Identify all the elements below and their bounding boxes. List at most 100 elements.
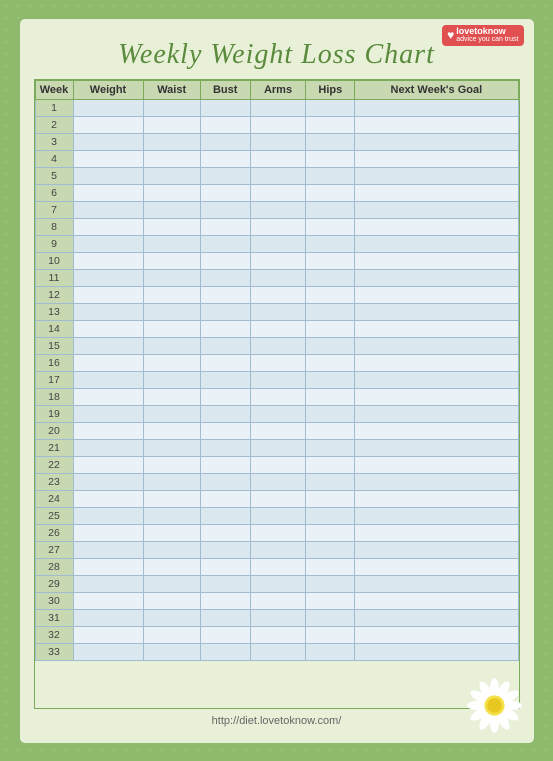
cell-hips[interactable] — [306, 269, 355, 286]
cell-arms[interactable] — [250, 201, 306, 218]
cell-weight[interactable] — [73, 592, 143, 609]
cell-waist[interactable] — [143, 235, 200, 252]
cell-weight[interactable] — [73, 541, 143, 558]
cell-hips[interactable] — [306, 354, 355, 371]
cell-arms[interactable] — [250, 439, 306, 456]
cell-weight[interactable] — [73, 354, 143, 371]
cell-next-goal[interactable] — [355, 558, 518, 575]
cell-weight[interactable] — [73, 558, 143, 575]
cell-next-goal[interactable] — [355, 286, 518, 303]
cell-weight[interactable] — [73, 405, 143, 422]
cell-weight[interactable] — [73, 609, 143, 626]
cell-waist[interactable] — [143, 303, 200, 320]
cell-bust[interactable] — [200, 167, 250, 184]
cell-weight[interactable] — [73, 269, 143, 286]
cell-arms[interactable] — [250, 524, 306, 541]
cell-weight[interactable] — [73, 456, 143, 473]
cell-next-goal[interactable] — [355, 371, 518, 388]
cell-weight[interactable] — [73, 439, 143, 456]
cell-bust[interactable] — [200, 643, 250, 660]
cell-arms[interactable] — [250, 320, 306, 337]
cell-arms[interactable] — [250, 592, 306, 609]
cell-next-goal[interactable] — [355, 626, 518, 643]
cell-bust[interactable] — [200, 303, 250, 320]
cell-hips[interactable] — [306, 252, 355, 269]
cell-hips[interactable] — [306, 507, 355, 524]
cell-waist[interactable] — [143, 269, 200, 286]
cell-arms[interactable] — [250, 626, 306, 643]
cell-hips[interactable] — [306, 643, 355, 660]
cell-hips[interactable] — [306, 116, 355, 133]
cell-bust[interactable] — [200, 99, 250, 116]
cell-hips[interactable] — [306, 524, 355, 541]
cell-waist[interactable] — [143, 184, 200, 201]
cell-next-goal[interactable] — [355, 201, 518, 218]
cell-hips[interactable] — [306, 456, 355, 473]
cell-arms[interactable] — [250, 422, 306, 439]
cell-arms[interactable] — [250, 167, 306, 184]
cell-waist[interactable] — [143, 320, 200, 337]
cell-weight[interactable] — [73, 371, 143, 388]
cell-bust[interactable] — [200, 252, 250, 269]
cell-hips[interactable] — [306, 626, 355, 643]
cell-bust[interactable] — [200, 626, 250, 643]
cell-waist[interactable] — [143, 371, 200, 388]
cell-bust[interactable] — [200, 320, 250, 337]
cell-arms[interactable] — [250, 558, 306, 575]
cell-waist[interactable] — [143, 201, 200, 218]
cell-hips[interactable] — [306, 99, 355, 116]
cell-arms[interactable] — [250, 456, 306, 473]
cell-arms[interactable] — [250, 405, 306, 422]
cell-bust[interactable] — [200, 439, 250, 456]
cell-weight[interactable] — [73, 235, 143, 252]
cell-waist[interactable] — [143, 286, 200, 303]
cell-bust[interactable] — [200, 269, 250, 286]
cell-bust[interactable] — [200, 422, 250, 439]
cell-weight[interactable] — [73, 167, 143, 184]
cell-weight[interactable] — [73, 218, 143, 235]
cell-next-goal[interactable] — [355, 269, 518, 286]
cell-bust[interactable] — [200, 337, 250, 354]
cell-next-goal[interactable] — [355, 507, 518, 524]
cell-bust[interactable] — [200, 507, 250, 524]
cell-waist[interactable] — [143, 354, 200, 371]
cell-arms[interactable] — [250, 269, 306, 286]
cell-arms[interactable] — [250, 150, 306, 167]
cell-arms[interactable] — [250, 609, 306, 626]
cell-waist[interactable] — [143, 99, 200, 116]
cell-next-goal[interactable] — [355, 609, 518, 626]
cell-waist[interactable] — [143, 337, 200, 354]
cell-hips[interactable] — [306, 320, 355, 337]
cell-waist[interactable] — [143, 490, 200, 507]
cell-next-goal[interactable] — [355, 150, 518, 167]
cell-hips[interactable] — [306, 439, 355, 456]
cell-arms[interactable] — [250, 337, 306, 354]
cell-bust[interactable] — [200, 456, 250, 473]
cell-hips[interactable] — [306, 201, 355, 218]
cell-arms[interactable] — [250, 643, 306, 660]
cell-waist[interactable] — [143, 609, 200, 626]
cell-hips[interactable] — [306, 473, 355, 490]
cell-arms[interactable] — [250, 286, 306, 303]
cell-hips[interactable] — [306, 609, 355, 626]
cell-weight[interactable] — [73, 286, 143, 303]
cell-next-goal[interactable] — [355, 575, 518, 592]
cell-hips[interactable] — [306, 541, 355, 558]
cell-waist[interactable] — [143, 405, 200, 422]
cell-next-goal[interactable] — [355, 592, 518, 609]
cell-hips[interactable] — [306, 371, 355, 388]
cell-weight[interactable] — [73, 320, 143, 337]
cell-bust[interactable] — [200, 371, 250, 388]
cell-waist[interactable] — [143, 541, 200, 558]
cell-waist[interactable] — [143, 456, 200, 473]
cell-arms[interactable] — [250, 371, 306, 388]
cell-next-goal[interactable] — [355, 490, 518, 507]
cell-arms[interactable] — [250, 541, 306, 558]
cell-next-goal[interactable] — [355, 252, 518, 269]
cell-bust[interactable] — [200, 490, 250, 507]
cell-bust[interactable] — [200, 116, 250, 133]
cell-next-goal[interactable] — [355, 405, 518, 422]
cell-bust[interactable] — [200, 218, 250, 235]
cell-bust[interactable] — [200, 575, 250, 592]
cell-next-goal[interactable] — [355, 337, 518, 354]
